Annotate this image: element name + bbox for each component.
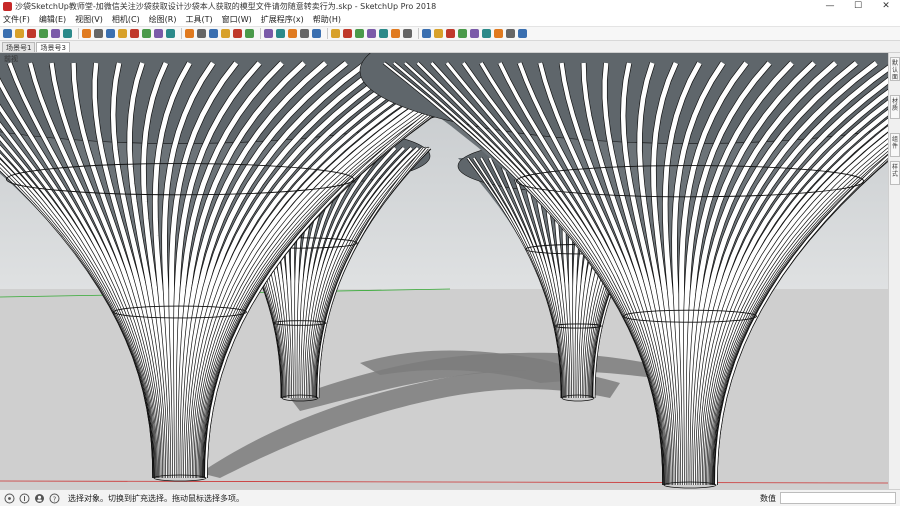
credits-icon[interactable] xyxy=(19,493,30,504)
toolbar-separator xyxy=(181,28,182,39)
tray-tab-components[interactable]: 组件 xyxy=(890,133,900,157)
menu-view[interactable]: 视图(V) xyxy=(75,14,103,25)
shaded-icon[interactable] xyxy=(379,29,388,38)
scene-tabs: 场景号1 场景号3 xyxy=(0,41,900,53)
sketchup-logo-icon xyxy=(3,2,12,11)
monochrome-icon[interactable] xyxy=(403,29,412,38)
toolbar-separator xyxy=(418,28,419,39)
offset-icon[interactable] xyxy=(130,29,139,38)
menu-bar: 文件(F) 编辑(E) 视图(V) 相机(C) 绘图(R) 工具(T) 窗口(W… xyxy=(0,13,900,26)
measurements-label: 数值 xyxy=(760,494,776,503)
tray-tab-default[interactable]: 默认面板 xyxy=(890,57,900,81)
toolbar-separator xyxy=(327,28,328,39)
scale-icon[interactable] xyxy=(118,29,127,38)
eraser-icon[interactable] xyxy=(15,29,24,38)
text-icon[interactable] xyxy=(154,29,163,38)
toolbar-separator xyxy=(260,28,261,39)
model-viewport[interactable]: 前视 xyxy=(0,53,888,489)
axes-icon[interactable] xyxy=(166,29,175,38)
tray-tab-styles[interactable]: 样式 xyxy=(890,161,900,185)
status-message: 选择对象。切换到扩充选择。拖动鼠标选择多项。 xyxy=(68,493,244,503)
styles-icon[interactable] xyxy=(288,29,297,38)
svg-text:?: ? xyxy=(53,495,57,503)
geo-location-icon[interactable] xyxy=(4,493,15,504)
left-view-icon[interactable] xyxy=(482,29,491,38)
arc-icon[interactable] xyxy=(51,29,60,38)
minimize-button[interactable]: — xyxy=(816,0,844,13)
menu-window[interactable]: 窗口(W) xyxy=(222,14,252,25)
maximize-button[interactable]: ☐ xyxy=(844,0,872,13)
view-name-label: 前视 xyxy=(4,55,18,63)
menu-file[interactable]: 文件(F) xyxy=(3,14,30,25)
tab-scene-1[interactable]: 场景号1 xyxy=(2,42,36,52)
back-view-icon[interactable] xyxy=(470,29,479,38)
line-icon[interactable] xyxy=(39,29,48,38)
components-icon[interactable] xyxy=(233,29,242,38)
menu-edit[interactable]: 编辑(E) xyxy=(39,14,66,25)
main-toolbar xyxy=(0,26,900,41)
window-controls: — ☐ ✕ xyxy=(816,0,900,13)
close-button[interactable]: ✕ xyxy=(872,0,900,13)
tape-icon[interactable] xyxy=(142,29,151,38)
push-pull-icon[interactable] xyxy=(82,29,91,38)
default-tray: 默认面板 材质 组件 样式 xyxy=(888,53,900,489)
menu-help[interactable]: 帮助(H) xyxy=(313,14,341,25)
window-title: 沙袋SketchUp教师堂-加微信关注沙袋获取设计沙袋本人获取的模型文件请勿随意… xyxy=(15,2,437,11)
model-scene[interactable] xyxy=(0,53,888,489)
status-bar: ? 选择对象。切换到扩充选择。拖动鼠标选择多项。 数值 xyxy=(0,489,900,506)
paint-icon[interactable] xyxy=(27,29,36,38)
wireframe-icon[interactable] xyxy=(355,29,364,38)
zoom-extents-icon[interactable] xyxy=(221,29,230,38)
shadow-icon[interactable] xyxy=(300,29,309,38)
toolbar-separator xyxy=(78,28,79,39)
menu-extensions[interactable]: 扩展程序(x) xyxy=(261,14,304,25)
right-view-icon[interactable] xyxy=(458,29,467,38)
xray-icon[interactable] xyxy=(343,29,352,38)
title-bar: 沙袋SketchUp教师堂-加微信关注沙袋获取设计沙袋本人获取的模型文件请勿随意… xyxy=(0,0,900,13)
menu-camera[interactable]: 相机(C) xyxy=(112,14,140,25)
front-view-icon[interactable] xyxy=(446,29,455,38)
rotate-icon[interactable] xyxy=(106,29,115,38)
iso-view-icon[interactable] xyxy=(422,29,431,38)
select-icon[interactable] xyxy=(3,29,12,38)
user-account-icon[interactable] xyxy=(34,493,45,504)
pan-icon[interactable] xyxy=(197,29,206,38)
textured-icon[interactable] xyxy=(391,29,400,38)
measurements-input[interactable] xyxy=(780,492,896,504)
menu-tools[interactable]: 工具(T) xyxy=(186,14,213,25)
layout-icon[interactable] xyxy=(518,29,527,38)
layers-icon[interactable] xyxy=(264,29,273,38)
zoom-icon[interactable] xyxy=(209,29,218,38)
top-view-icon[interactable] xyxy=(434,29,443,38)
move-icon[interactable] xyxy=(94,29,103,38)
scenes-icon[interactable] xyxy=(276,29,285,38)
shape-icon[interactable] xyxy=(63,29,72,38)
extension-warehouse-icon[interactable] xyxy=(506,29,515,38)
fog-icon[interactable] xyxy=(312,29,321,38)
help-icon[interactable]: ? xyxy=(49,493,60,504)
tray-tab-materials[interactable]: 材质 xyxy=(890,95,900,119)
tab-scene-3[interactable]: 场景号3 xyxy=(36,42,70,52)
hidden-line-icon[interactable] xyxy=(367,29,376,38)
section-icon[interactable] xyxy=(331,29,340,38)
warehouse-icon[interactable] xyxy=(494,29,503,38)
materials-icon[interactable] xyxy=(245,29,254,38)
orbit-icon[interactable] xyxy=(185,29,194,38)
menu-draw[interactable]: 绘图(R) xyxy=(149,14,177,25)
